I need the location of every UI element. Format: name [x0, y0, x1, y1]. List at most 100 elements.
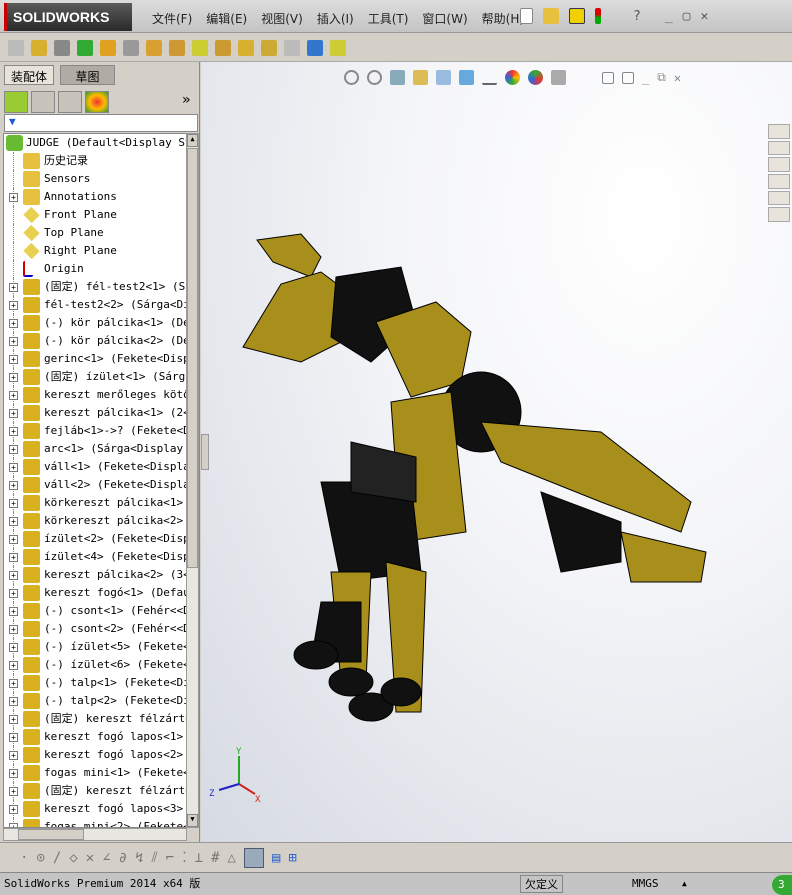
expand-icon[interactable]: + — [9, 445, 18, 454]
line-icon[interactable]: / — [53, 850, 61, 866]
expand-icon[interactable]: + — [9, 733, 18, 742]
expand-icon[interactable]: + — [9, 193, 18, 202]
grid-icon[interactable]: # — [211, 850, 219, 866]
3d-view-icon[interactable] — [243, 847, 264, 868]
sketch-fillet-icon[interactable]: ∂ — [119, 850, 127, 866]
units-arrow-icon[interactable]: ▲ — [682, 873, 687, 895]
expand-icon[interactable]: + — [9, 571, 18, 580]
tab-sketch[interactable]: 草图 — [60, 65, 115, 85]
expand-icon[interactable]: + — [9, 463, 18, 472]
expand-icon[interactable]: + — [9, 661, 18, 670]
tree-item[interactable]: Sensors — [4, 170, 186, 188]
tree-horizontal-scrollbar[interactable] — [3, 828, 187, 841]
help-icon[interactable]: ? — [633, 9, 641, 24]
display-manager-tab-icon[interactable] — [85, 91, 109, 113]
tree-item[interactable]: + kereszt fogó<1> (Defaul — [4, 584, 186, 602]
expand-icon[interactable]: + — [9, 391, 18, 400]
trim-icon[interactable]: ✕ — [86, 850, 94, 866]
menu-5[interactable]: 窗口(W) — [416, 10, 475, 27]
bill-of-materials-icon[interactable] — [238, 39, 254, 56]
expand-icon[interactable]: + — [9, 427, 18, 436]
menu-4[interactable]: 工具(T) — [362, 10, 417, 27]
tree-root[interactable]: JUDGE (Default<Display State — [4, 134, 186, 152]
tree-item[interactable]: + kereszt fogó lapos<3> ( — [4, 800, 186, 818]
notification-badge[interactable]: 3 — [772, 875, 792, 895]
tree-item[interactable]: + arc<1> (Sárga<Display S — [4, 440, 186, 458]
tree-item[interactable]: + váll<2> (Fekete<Display — [4, 476, 186, 494]
solidworks-resources-icon[interactable] — [768, 124, 790, 139]
interference-detection-icon[interactable] — [307, 39, 323, 56]
expand-icon[interactable]: + — [9, 589, 18, 598]
linear-pattern-icon[interactable] — [77, 39, 93, 56]
insert-component-icon[interactable] — [31, 39, 47, 56]
rectangle-icon[interactable]: ⁚ — [182, 850, 186, 866]
design-library-icon[interactable] — [768, 140, 790, 156]
tree-item[interactable]: + kereszt pálcika<1> (2<< — [4, 404, 186, 422]
traffic-light-icon[interactable] — [595, 8, 601, 24]
tree-item[interactable]: + kereszt fogó lapos<1> ( — [4, 728, 186, 746]
angle-icon[interactable]: ∠ — [102, 850, 110, 866]
tree-item[interactable]: + (-) kör pálcika<2> (Def — [4, 332, 186, 350]
file-explorer-icon[interactable] — [768, 157, 790, 173]
tree-item[interactable]: + kereszt fogó lapos<2> ( — [4, 746, 186, 764]
minimize-button[interactable]: _ — [665, 9, 673, 24]
view-palette-icon[interactable] — [768, 174, 790, 189]
tree-item[interactable]: + (-) talp<1> (Fekete<Dis — [4, 674, 186, 692]
tree-item[interactable]: + (-) ízület<6> (Fekete<D — [4, 656, 186, 674]
mate-icon[interactable] — [54, 39, 70, 56]
expand-icon[interactable]: + — [9, 625, 18, 634]
tree-item[interactable]: + (固定) kereszt félzárt< — [4, 782, 186, 800]
offset-icon[interactable]: ⫽ — [152, 850, 158, 866]
new-motion-study-icon[interactable] — [215, 39, 231, 56]
expand-icon[interactable]: + — [9, 517, 18, 526]
tree-item[interactable]: + körkereszt pálcika<2> ( — [4, 512, 186, 530]
tree-item[interactable]: + (固定) kereszt félzárt< — [4, 710, 186, 728]
expand-icon[interactable]: + — [9, 283, 18, 292]
rebuild-warning-icon[interactable] — [569, 8, 585, 24]
tree-item[interactable]: + kereszt pálcika<2> (3<< — [4, 566, 186, 584]
tree-item[interactable]: Origin — [4, 260, 186, 278]
close-button[interactable]: ✕ — [700, 9, 708, 24]
tree-item[interactable]: + kereszt merőleges kötőel — [4, 386, 186, 404]
tree-item[interactable]: + fél-test2<2> (Sárga<Disp — [4, 296, 186, 314]
circle-icon[interactable]: ⊙ — [36, 850, 44, 866]
tree-vertical-scrollbar[interactable]: ▲ ▼ — [186, 133, 199, 828]
appearances-icon[interactable] — [768, 190, 790, 206]
perspective-icon[interactable]: △ — [228, 850, 236, 866]
tree-item[interactable]: + ízület<4> (Fekete<Displ — [4, 548, 186, 566]
tree-item[interactable]: Top Plane — [4, 224, 186, 242]
single-view-icon[interactable]: ▤ — [272, 850, 280, 866]
assembly-model[interactable] — [201, 62, 792, 842]
polygon-icon[interactable]: ◇ — [69, 850, 77, 866]
tree-item[interactable]: + (-) csont<1> (Fehér<<De — [4, 602, 186, 620]
smart-fasteners-icon[interactable] — [100, 39, 116, 56]
filter-input[interactable]: ▼ — [4, 114, 198, 132]
tree-item[interactable]: 历史记录 — [4, 152, 186, 170]
corner-icon[interactable]: ⌐ — [166, 850, 174, 866]
feature-manager-tab-icon[interactable] — [4, 91, 28, 113]
show-hidden-icon[interactable] — [146, 39, 162, 56]
expand-icon[interactable]: + — [9, 805, 18, 814]
restore-button[interactable]: ▢ — [683, 9, 691, 24]
expand-panel-button[interactable]: » — [182, 92, 190, 108]
configuration-manager-tab-icon[interactable] — [58, 91, 82, 113]
expand-icon[interactable]: + — [9, 679, 18, 688]
expand-icon[interactable]: + — [9, 355, 18, 364]
instant3d-icon[interactable] — [330, 39, 346, 56]
move-component-icon[interactable] — [123, 39, 139, 56]
tree-item[interactable]: + (-) talp<2> (Fekete<Dis — [4, 692, 186, 710]
four-view-icon[interactable]: ⊞ — [288, 850, 296, 866]
tab-assembly[interactable]: 装配体 — [4, 65, 55, 85]
tree-item[interactable]: + (固定) ízület<1> (Sárga — [4, 368, 186, 386]
tree-item[interactable]: + (-) csont<2> (Fehér<<De — [4, 620, 186, 638]
exploded-view-icon[interactable] — [261, 39, 277, 56]
expand-icon[interactable]: + — [9, 373, 18, 382]
new-part-icon[interactable] — [8, 39, 24, 56]
expand-icon[interactable]: + — [9, 607, 18, 616]
menu-1[interactable]: 编辑(E) — [200, 10, 255, 27]
reference-geometry-icon[interactable] — [192, 39, 208, 56]
open-folder-icon[interactable] — [543, 8, 559, 24]
tree-item[interactable]: + fogas mini<1> (Fekete<D — [4, 764, 186, 782]
expand-icon[interactable]: + — [9, 535, 18, 544]
expand-icon[interactable]: + — [9, 715, 18, 724]
